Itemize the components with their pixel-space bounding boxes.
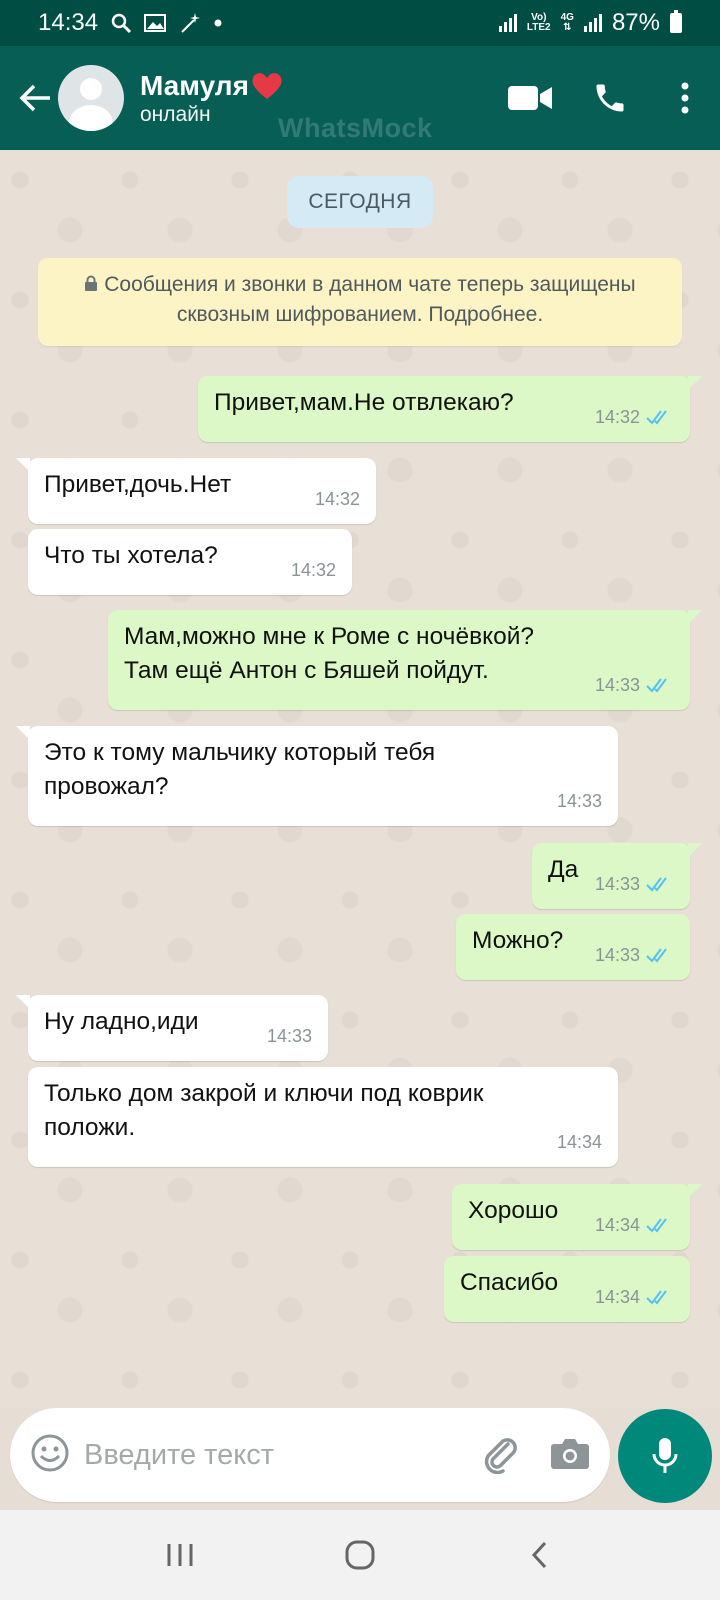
battery-percent: 87% [611, 9, 660, 36]
message-bubble[interactable]: Это к тому мальчику который тебя провожа… [16, 726, 618, 826]
message-text: Это к тому мальчику который тебя провожа… [44, 739, 436, 800]
more-options-button[interactable] [650, 68, 720, 128]
avatar[interactable] [58, 65, 124, 131]
message-time: 14:33 [594, 675, 640, 695]
message-bubble[interactable]: Привет,дочь.Нет 14:32 [16, 458, 376, 524]
message-time: 14:33 [556, 791, 602, 811]
message-bubble[interactable]: Что ты хотела? 14:32 [28, 529, 352, 595]
message-bubble[interactable]: Можно? 14:33 [456, 914, 690, 980]
magic-wand-notification-icon [178, 12, 202, 34]
message-time: 14:34 [594, 1287, 640, 1307]
message-input-placeholder: Введите текст [84, 1438, 275, 1471]
message-time: 14:34 [556, 1132, 602, 1152]
home-button[interactable] [320, 1525, 400, 1585]
double-check-icon [646, 1289, 674, 1305]
date-chip: СЕГОДНЯ [287, 176, 433, 228]
recent-apps-icon [167, 1544, 193, 1566]
voice-record-button[interactable] [618, 1409, 712, 1503]
message-bubble[interactable]: Спасибо 14:34 [444, 1256, 690, 1322]
message-text: Только дом закрой и ключи под коврик пол… [44, 1080, 484, 1141]
attach-button[interactable] [478, 1432, 520, 1479]
message-time: 14:33 [594, 945, 640, 965]
contact-info[interactable]: Мамуля онлайн [140, 69, 283, 127]
message-time: 14:32 [290, 560, 336, 580]
gallery-notification-icon [144, 13, 167, 33]
chevron-left-icon [531, 1541, 547, 1569]
system-nav-bar [0, 1510, 720, 1600]
status-bar: 14:34 Vo) LTE2 4G ⇅ 87% [0, 0, 720, 46]
message-time: 14:32 [314, 489, 360, 509]
message-bubble[interactable]: Да 14:33 [532, 843, 702, 909]
network-type: 4G ⇅ [560, 12, 574, 33]
message-bubble[interactable]: Мам,можно мне к Роме с ночёвкой? Там ещё… [108, 610, 702, 710]
message-bubble[interactable]: Ну ладно,иди 14:33 [16, 995, 328, 1061]
watermark: WhatsMock [278, 113, 433, 143]
message-time: 14:34 [594, 1215, 640, 1235]
message-text: Мам,можно мне к Роме с ночёвкой? Там ещё… [124, 623, 535, 684]
double-check-icon [646, 947, 674, 963]
camera-icon [551, 1438, 589, 1469]
smiley-icon [31, 1434, 69, 1471]
dot-notification-icon [214, 19, 222, 27]
home-icon [345, 1540, 375, 1570]
message-input[interactable]: Введите текст [10, 1408, 610, 1502]
message-time: 14:33 [266, 1026, 312, 1046]
signal-icon-2 [583, 14, 602, 32]
message-time: 14:33 [594, 874, 640, 894]
double-check-icon [646, 409, 674, 425]
message-bubble[interactable]: Хорошо 14:34 [452, 1184, 702, 1250]
signal-icon [498, 14, 517, 32]
message-text: Привет,дочь.Нет [44, 471, 232, 498]
encryption-notice-text: Сообщения и звонки в данном чате теперь … [104, 273, 636, 326]
status-time: 14:34 [38, 9, 99, 36]
double-check-icon [646, 1217, 674, 1233]
search-notification-icon [110, 12, 132, 34]
contact-name: Мамуля [140, 70, 249, 101]
message-time: 14:32 [594, 407, 640, 427]
voice-call-button[interactable] [570, 68, 650, 128]
recent-apps-button[interactable] [140, 1525, 220, 1585]
phone-icon [596, 84, 624, 112]
double-check-icon [646, 876, 674, 892]
vertical-dots-icon [681, 82, 689, 114]
encryption-notice[interactable]: Сообщения и звонки в данном чате теперь … [38, 258, 682, 346]
arrow-left-icon [19, 84, 50, 112]
message-bubble[interactable]: Привет,мам.Не отвлекаю? 14:32 [198, 376, 702, 442]
camera-button[interactable] [550, 1436, 590, 1475]
back-nav-button[interactable] [500, 1525, 580, 1585]
video-camera-icon [508, 86, 552, 110]
message-bubble[interactable]: Только дом закрой и ключи под коврик пол… [28, 1067, 618, 1167]
microphone-icon [652, 1438, 678, 1473]
battery-icon [670, 10, 682, 33]
emoji-button[interactable] [30, 1433, 70, 1478]
back-button[interactable] [8, 71, 62, 125]
double-check-icon [646, 677, 674, 693]
heart-icon [252, 73, 282, 99]
volte-indicator: Vo) LTE2 [526, 12, 551, 33]
contact-status: онлайн [140, 103, 211, 126]
lock-icon [85, 275, 98, 291]
paperclip-icon [484, 1437, 517, 1474]
video-call-button[interactable] [490, 68, 570, 128]
